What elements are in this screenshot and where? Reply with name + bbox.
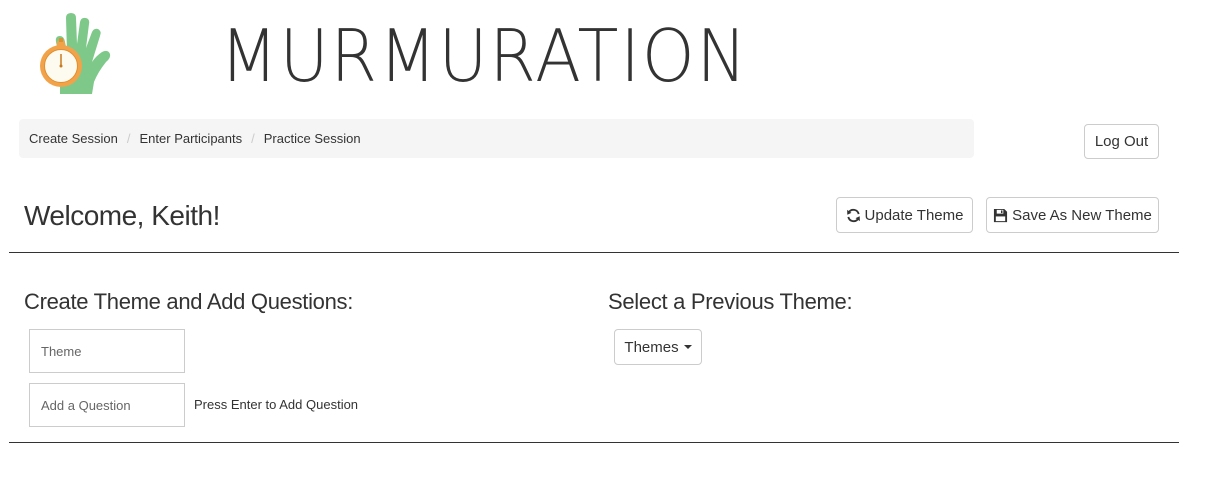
breadcrumb-separator: / xyxy=(126,131,131,146)
app-title: MURMURATION xyxy=(220,14,749,98)
logout-label: Log Out xyxy=(1094,133,1149,150)
save-as-new-theme-label: Save As New Theme xyxy=(1012,206,1152,224)
breadcrumb-separator: / xyxy=(251,131,255,146)
add-question-hint: Press Enter to Add Question xyxy=(194,397,359,412)
welcome-heading: Welcome, Keith! xyxy=(24,200,220,231)
add-question-input[interactable] xyxy=(29,383,185,427)
save-as-new-theme-button[interactable]: Save As New Theme xyxy=(986,197,1159,233)
themes-dropdown-label: Themes xyxy=(624,338,679,356)
themes-dropdown[interactable]: Themes xyxy=(614,329,702,365)
breadcrumb-create-session[interactable]: Create Session xyxy=(29,131,118,146)
update-theme-button[interactable]: Update Theme xyxy=(836,197,973,233)
divider xyxy=(9,442,1179,443)
create-theme-heading: Create Theme and Add Questions: xyxy=(24,289,354,314)
refresh-icon xyxy=(846,208,861,223)
hand-stopwatch-icon xyxy=(40,13,111,94)
breadcrumb-enter-participants[interactable]: Enter Participants xyxy=(140,131,243,146)
caret-down-icon xyxy=(683,345,692,349)
breadcrumb-practice-session[interactable]: Practice Session xyxy=(264,131,361,146)
logout-button[interactable]: Log Out xyxy=(1084,124,1159,159)
divider xyxy=(9,252,1179,253)
breadcrumb: Create Session / Enter Participants / Pr… xyxy=(19,119,974,158)
select-theme-heading: Select a Previous Theme: xyxy=(608,289,853,314)
floppy-disk-icon xyxy=(993,208,1008,223)
logo xyxy=(36,12,116,96)
theme-input[interactable] xyxy=(29,329,185,373)
update-theme-label: Update Theme xyxy=(864,206,964,224)
